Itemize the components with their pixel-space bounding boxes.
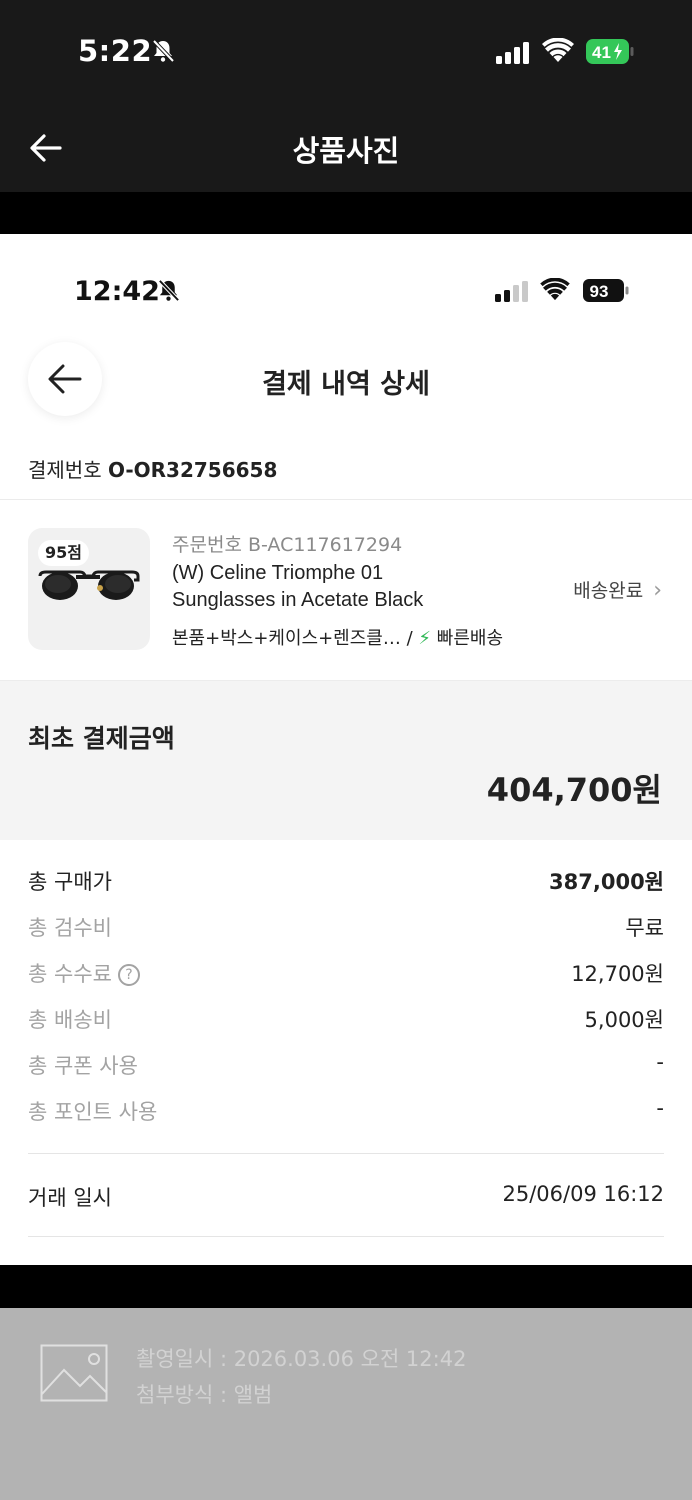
attach-method: 첨부방식 : 앨범 [136,1383,273,1407]
product-options: 본품+박스+케이스+렌즈클… / ⚡ 빠른배송 [172,624,503,650]
initial-payment-amount: 404,700원 [486,771,662,809]
row-label: 총 쿠폰 사용 [28,1054,138,1078]
cellular-signal-icon [495,281,528,302]
row-value: - [656,1096,664,1120]
inner-status-time: 12:42 [74,276,160,307]
status-time: 5:22 [78,34,153,68]
screenshot-image: 12:42 93 결제 내역 상세 결제번호 O-OR32756658 95점 … [0,234,692,1265]
product-name: (W) Celine Triomphe 01 Sunglasses in Ace… [172,560,492,614]
trade-value: 25/06/09 16:12 [502,1182,664,1206]
shipping-status-link[interactable]: 배송완료 › [573,576,662,603]
product-thumbnail: 95점 [28,528,150,650]
battery-icon: 41 [586,39,634,64]
outer-header: 상품사진 [0,100,692,192]
payment-number-label: 결제번호 [28,458,102,482]
initial-payment-label: 최초 결제금액 [28,724,175,753]
breakdown-row-fee: 총 수수료? 12,700원 [28,958,664,988]
row-label: 총 포인트 사용 [28,1100,158,1124]
grade-badge: 95점 [38,540,89,566]
breakdown-row-shipping: 총 배송비 5,000원 [28,1004,664,1034]
shipping-status-label: 배송완료 [573,580,644,602]
wifi-icon [540,278,570,301]
initial-payment-section: 최초 결제금액 404,700원 [0,680,692,840]
payment-number: 결제번호 O-OR32756658 [28,454,277,483]
row-value: 387,000원 [549,870,664,894]
bell-muted-icon [152,39,175,63]
page-title: 상품사진 [292,134,400,168]
battery-icon: 93 [583,279,629,302]
divider [28,1236,664,1237]
row-value: 무료 [625,916,664,940]
product-row[interactable]: 95점 주문번호 B-AC117617294 (W) Celine Triomp… [0,500,692,680]
trade-datetime-row: 거래 일시 25/06/09 16:12 [28,1182,664,1212]
separator: / [406,628,413,649]
cellular-signal-icon [496,42,529,64]
row-value: - [656,1050,664,1074]
order-number: 주문번호 B-AC117617294 [172,534,403,556]
row-value: 12,700원 [571,962,664,986]
product-name-line1: (W) Celine Triomphe 01 [172,562,384,584]
inner-page-title: 결제 내역 상세 [262,369,430,400]
row-label: 총 수수료 [28,962,112,986]
breakdown-row-coupon: 총 쿠폰 사용 - [28,1050,664,1080]
row-label: 총 구매가 [28,870,112,894]
bell-muted-icon [158,279,180,302]
row-value: 5,000원 [584,1008,664,1032]
breakdown-row-points: 총 포인트 사용 - [28,1096,664,1126]
image-icon [40,1344,108,1402]
sunglasses-image [38,570,140,600]
breakdown-row-inspection: 총 검수비 무료 [28,912,664,942]
help-circle-icon[interactable]: ? [117,964,140,986]
row-label: 총 검수비 [28,916,112,940]
svg-text:93: 93 [590,282,609,301]
payment-number-value: O-OR32756658 [107,458,278,482]
wifi-icon [542,38,574,62]
breakdown-row-purchase: 총 구매가 387,000원 [28,866,664,896]
svg-text:41: 41 [592,43,611,62]
photo-info-footer: 촬영일시 : 2026.03.06 오전 12:42 첨부방식 : 앨범 [0,1308,692,1500]
capture-datetime: 촬영일시 : 2026.03.06 오전 12:42 [136,1347,467,1371]
divider [28,1153,664,1154]
row-label-with-help: 총 수수료? [28,958,140,988]
chevron-right-icon: › [653,578,662,603]
product-name-line2: Sunglasses in Acetate Black [172,589,424,611]
bolt-icon: ⚡ [418,628,432,649]
row-label: 총 배송비 [28,1008,112,1032]
options-text: 본품+박스+케이스+렌즈클… [172,628,401,649]
outer-status-bar: 5:22 41 [0,0,692,100]
trade-label: 거래 일시 [28,1186,112,1210]
fast-delivery-label: 빠른배송 [436,628,504,649]
